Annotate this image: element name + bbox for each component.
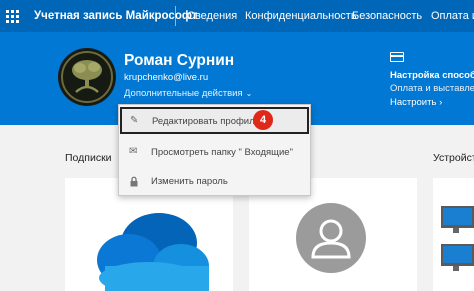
menu-item-edit-profile[interactable]: ✎ Редактировать профиль: [120, 107, 309, 134]
app-launcher-icon[interactable]: [4, 8, 20, 24]
top-navigation-bar: Учетная запись Майкрософт Сведения Конфи…: [0, 0, 474, 32]
credit-card-icon: [390, 52, 404, 62]
menu-item-change-password[interactable]: Изменить пароль: [119, 167, 310, 195]
nav-item-payment[interactable]: Оплата и в: [431, 10, 474, 22]
pencil-icon: ✎: [130, 115, 139, 126]
user-email: krupchenko@live.ru: [124, 72, 209, 83]
subscriptions-heading: Подписки: [65, 152, 112, 164]
mail-icon: ✉: [129, 146, 138, 157]
nav-item-info[interactable]: Сведения: [187, 10, 237, 22]
nav-item-security[interactable]: Безопасность: [352, 10, 422, 22]
menu-item-label: Редактировать профиль: [152, 116, 260, 127]
more-actions-menu: ✎ Редактировать профиль ✉ Просмотреть па…: [118, 104, 311, 196]
chevron-right-icon: ›: [439, 97, 443, 108]
lock-icon: [129, 176, 139, 187]
menu-item-view-inbox[interactable]: ✉ Просмотреть папку " Входящие": [119, 138, 310, 166]
person-avatar-icon: [296, 203, 366, 273]
nav-divider: [175, 6, 176, 26]
app-title[interactable]: Учетная запись Майкрософт: [34, 10, 197, 22]
tree-emblem-icon: [59, 49, 115, 105]
payment-setup-title: Настройка способа о: [390, 70, 474, 81]
chevron-down-icon: ⌄: [245, 89, 253, 98]
nav-item-privacy[interactable]: Конфиденциальность: [245, 10, 357, 22]
more-actions-label: Дополнительные действия: [124, 88, 243, 99]
devices-monitor-icon: [441, 206, 474, 271]
payment-setup-subtitle: Оплата и выставлени: [390, 83, 474, 94]
payment-setup-link-label: Настроить: [390, 97, 437, 108]
menu-item-label: Изменить пароль: [151, 176, 228, 187]
user-name: Роман Сурнин: [124, 52, 235, 69]
menu-item-label: Просмотреть папку " Входящие": [151, 147, 293, 158]
avatar[interactable]: [58, 48, 116, 106]
device-card[interactable]: [433, 178, 474, 291]
payment-setup-link[interactable]: Настроить ›: [390, 97, 442, 108]
onedrive-cloud-icon: [97, 213, 209, 291]
step-number-badge: 4: [253, 110, 273, 130]
more-actions-dropdown[interactable]: Дополнительные действия ⌄: [124, 88, 252, 99]
devices-heading: Устройст: [433, 152, 474, 164]
